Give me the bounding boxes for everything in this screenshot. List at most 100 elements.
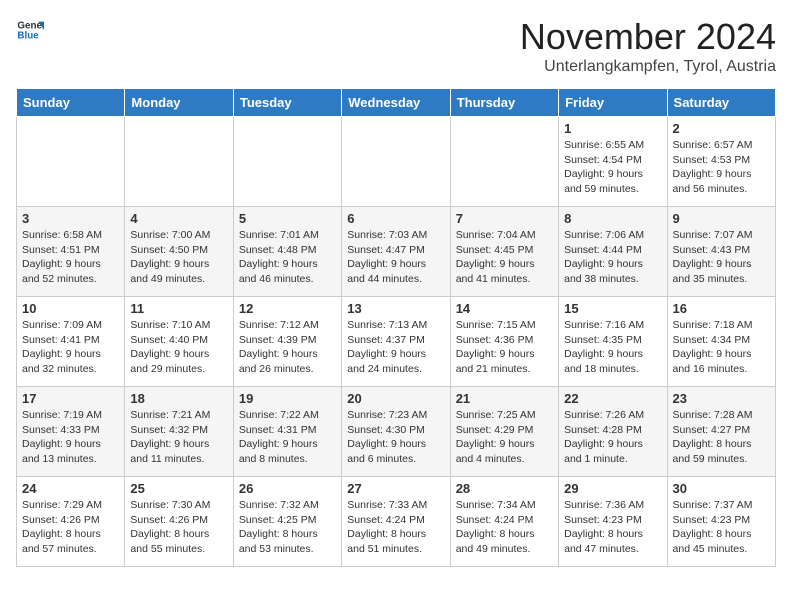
calendar-cell: 26 Sunrise: 7:32 AM Sunset: 4:25 PM Dayli… bbox=[233, 477, 341, 567]
day-number: 26 bbox=[239, 481, 336, 496]
column-header-monday: Monday bbox=[125, 89, 233, 117]
column-header-sunday: Sunday bbox=[17, 89, 125, 117]
calendar-cell bbox=[125, 117, 233, 207]
calendar-cell: 22 Sunrise: 7:26 AM Sunset: 4:28 PM Dayli… bbox=[559, 387, 667, 477]
day-number: 5 bbox=[239, 211, 336, 226]
day-info: Sunrise: 7:03 AM Sunset: 4:47 PM Dayligh… bbox=[347, 228, 444, 287]
day-info: Sunrise: 6:58 AM Sunset: 4:51 PM Dayligh… bbox=[22, 228, 119, 287]
calendar-cell: 7Sunrise: 7:04 AM Sunset: 4:45 PM Daylig… bbox=[450, 207, 558, 297]
calendar-cell: 25 Sunrise: 7:30 AM Sunset: 4:26 PM Dayli… bbox=[125, 477, 233, 567]
day-number: 16 bbox=[673, 301, 770, 316]
day-info: Sunrise: 7:19 AM Sunset: 4:33 PM Dayligh… bbox=[22, 408, 119, 467]
day-number: 9 bbox=[673, 211, 770, 226]
day-info: Sunrise: 7:23 AM Sunset: 4:30 PM Dayligh… bbox=[347, 408, 444, 467]
day-number: 7 bbox=[456, 211, 553, 226]
calendar-cell: 2 Sunrise: 6:57 AM Sunset: 4:53 PM Daylig… bbox=[667, 117, 775, 207]
day-info: Sunrise: 7:22 AM Sunset: 4:31 PM Dayligh… bbox=[239, 408, 336, 467]
calendar-week-row: 3 Sunrise: 6:58 AM Sunset: 4:51 PM Daylig… bbox=[17, 207, 776, 297]
day-info: Sunrise: 7:16 AM Sunset: 4:35 PM Dayligh… bbox=[564, 318, 661, 377]
column-header-friday: Friday bbox=[559, 89, 667, 117]
day-info: Sunrise: 6:57 AM Sunset: 4:53 PM Dayligh… bbox=[673, 138, 770, 197]
calendar-cell: 27 Sunrise: 7:33 AM Sunset: 4:24 PM Dayli… bbox=[342, 477, 450, 567]
calendar-cell: 10 Sunrise: 7:09 AM Sunset: 4:41 PM Dayli… bbox=[17, 297, 125, 387]
calendar-cell: 29 Sunrise: 7:36 AM Sunset: 4:23 PM Dayli… bbox=[559, 477, 667, 567]
day-number: 20 bbox=[347, 391, 444, 406]
day-info: Sunrise: 7:09 AM Sunset: 4:41 PM Dayligh… bbox=[22, 318, 119, 377]
day-number: 10 bbox=[22, 301, 119, 316]
calendar-cell: 11Sunrise: 7:10 AM Sunset: 4:40 PM Dayli… bbox=[125, 297, 233, 387]
calendar-cell: 28 Sunrise: 7:34 AM Sunset: 4:24 PM Dayli… bbox=[450, 477, 558, 567]
day-info: Sunrise: 7:01 AM Sunset: 4:48 PM Dayligh… bbox=[239, 228, 336, 287]
day-number: 22 bbox=[564, 391, 661, 406]
day-info: Sunrise: 7:18 AM Sunset: 4:34 PM Dayligh… bbox=[673, 318, 770, 377]
day-info: Sunrise: 7:28 AM Sunset: 4:27 PM Dayligh… bbox=[673, 408, 770, 467]
calendar-week-row: 10 Sunrise: 7:09 AM Sunset: 4:41 PM Dayli… bbox=[17, 297, 776, 387]
calendar-cell bbox=[342, 117, 450, 207]
calendar-cell: 30Sunrise: 7:37 AM Sunset: 4:23 PM Dayli… bbox=[667, 477, 775, 567]
day-number: 27 bbox=[347, 481, 444, 496]
day-number: 4 bbox=[130, 211, 227, 226]
calendar-cell: 8 Sunrise: 7:06 AM Sunset: 4:44 PM Daylig… bbox=[559, 207, 667, 297]
day-number: 17 bbox=[22, 391, 119, 406]
day-info: Sunrise: 7:30 AM Sunset: 4:26 PM Dayligh… bbox=[130, 498, 227, 557]
calendar-header-row: SundayMondayTuesdayWednesdayThursdayFrid… bbox=[17, 89, 776, 117]
logo: General Blue bbox=[16, 16, 44, 44]
calendar-cell: 20 Sunrise: 7:23 AM Sunset: 4:30 PM Dayli… bbox=[342, 387, 450, 477]
calendar-cell: 15 Sunrise: 7:16 AM Sunset: 4:35 PM Dayli… bbox=[559, 297, 667, 387]
day-info: Sunrise: 7:13 AM Sunset: 4:37 PM Dayligh… bbox=[347, 318, 444, 377]
day-number: 8 bbox=[564, 211, 661, 226]
page-header: General Blue November 2024 Unterlangkamp… bbox=[16, 16, 776, 76]
column-header-tuesday: Tuesday bbox=[233, 89, 341, 117]
calendar-cell: 18Sunrise: 7:21 AM Sunset: 4:32 PM Dayli… bbox=[125, 387, 233, 477]
day-info: Sunrise: 7:29 AM Sunset: 4:26 PM Dayligh… bbox=[22, 498, 119, 557]
calendar-cell bbox=[233, 117, 341, 207]
day-info: Sunrise: 7:33 AM Sunset: 4:24 PM Dayligh… bbox=[347, 498, 444, 557]
day-number: 29 bbox=[564, 481, 661, 496]
day-number: 3 bbox=[22, 211, 119, 226]
calendar-week-row: 1Sunrise: 6:55 AM Sunset: 4:54 PM Daylig… bbox=[17, 117, 776, 207]
day-number: 25 bbox=[130, 481, 227, 496]
day-number: 11 bbox=[130, 301, 227, 316]
calendar-cell: 21 Sunrise: 7:25 AM Sunset: 4:29 PM Dayli… bbox=[450, 387, 558, 477]
logo-icon: General Blue bbox=[16, 16, 44, 44]
day-number: 18 bbox=[130, 391, 227, 406]
day-number: 23 bbox=[673, 391, 770, 406]
day-info: Sunrise: 7:06 AM Sunset: 4:44 PM Dayligh… bbox=[564, 228, 661, 287]
day-info: Sunrise: 7:34 AM Sunset: 4:24 PM Dayligh… bbox=[456, 498, 553, 557]
day-info: Sunrise: 7:36 AM Sunset: 4:23 PM Dayligh… bbox=[564, 498, 661, 557]
calendar-cell: 23 Sunrise: 7:28 AM Sunset: 4:27 PM Dayli… bbox=[667, 387, 775, 477]
calendar-week-row: 24 Sunrise: 7:29 AM Sunset: 4:26 PM Dayli… bbox=[17, 477, 776, 567]
calendar-table: SundayMondayTuesdayWednesdayThursdayFrid… bbox=[16, 88, 776, 567]
calendar-title: November 2024 Unterlangkampfen, Tyrol, A… bbox=[520, 16, 776, 76]
calendar-cell bbox=[17, 117, 125, 207]
calendar-cell: 1Sunrise: 6:55 AM Sunset: 4:54 PM Daylig… bbox=[559, 117, 667, 207]
calendar-cell: 19Sunrise: 7:22 AM Sunset: 4:31 PM Dayli… bbox=[233, 387, 341, 477]
calendar-cell: 9 Sunrise: 7:07 AM Sunset: 4:43 PM Daylig… bbox=[667, 207, 775, 297]
day-info: Sunrise: 7:25 AM Sunset: 4:29 PM Dayligh… bbox=[456, 408, 553, 467]
day-info: Sunrise: 7:32 AM Sunset: 4:25 PM Dayligh… bbox=[239, 498, 336, 557]
day-number: 24 bbox=[22, 481, 119, 496]
calendar-cell: 14Sunrise: 7:15 AM Sunset: 4:36 PM Dayli… bbox=[450, 297, 558, 387]
day-number: 13 bbox=[347, 301, 444, 316]
column-header-saturday: Saturday bbox=[667, 89, 775, 117]
calendar-cell bbox=[450, 117, 558, 207]
calendar-cell: 5 Sunrise: 7:01 AM Sunset: 4:48 PM Daylig… bbox=[233, 207, 341, 297]
day-number: 12 bbox=[239, 301, 336, 316]
day-number: 15 bbox=[564, 301, 661, 316]
day-info: Sunrise: 7:07 AM Sunset: 4:43 PM Dayligh… bbox=[673, 228, 770, 287]
day-number: 30 bbox=[673, 481, 770, 496]
calendar-cell: 24 Sunrise: 7:29 AM Sunset: 4:26 PM Dayli… bbox=[17, 477, 125, 567]
day-info: Sunrise: 7:26 AM Sunset: 4:28 PM Dayligh… bbox=[564, 408, 661, 467]
calendar-cell: 6 Sunrise: 7:03 AM Sunset: 4:47 PM Daylig… bbox=[342, 207, 450, 297]
svg-text:Blue: Blue bbox=[17, 30, 39, 41]
day-number: 6 bbox=[347, 211, 444, 226]
month-year: November 2024 bbox=[520, 16, 776, 58]
day-info: Sunrise: 7:15 AM Sunset: 4:36 PM Dayligh… bbox=[456, 318, 553, 377]
calendar-cell: 17 Sunrise: 7:19 AM Sunset: 4:33 PM Dayli… bbox=[17, 387, 125, 477]
calendar-cell: 13 Sunrise: 7:13 AM Sunset: 4:37 PM Dayli… bbox=[342, 297, 450, 387]
day-number: 21 bbox=[456, 391, 553, 406]
calendar-cell: 16 Sunrise: 7:18 AM Sunset: 4:34 PM Dayli… bbox=[667, 297, 775, 387]
day-number: 2 bbox=[673, 121, 770, 136]
day-number: 28 bbox=[456, 481, 553, 496]
day-number: 1 bbox=[564, 121, 661, 136]
